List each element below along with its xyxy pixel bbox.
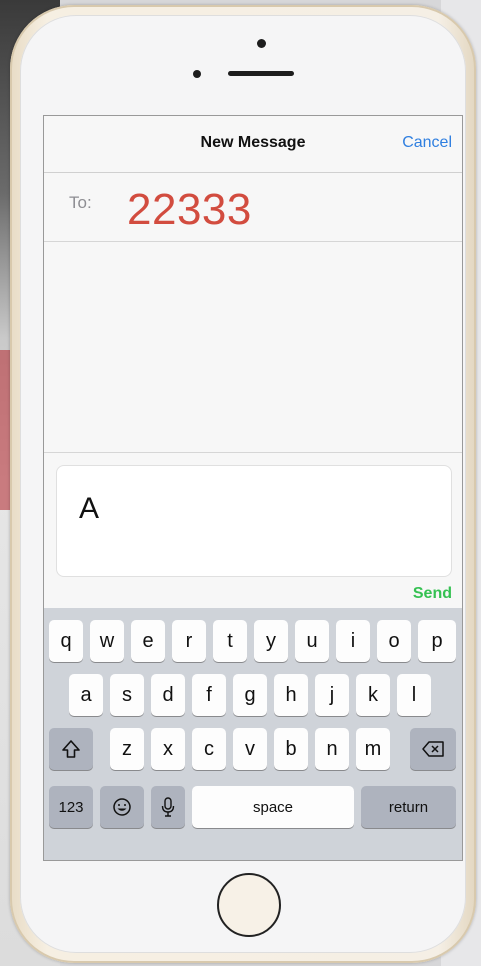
key-x[interactable]: x <box>151 728 185 770</box>
navigation-bar: New Message Cancel <box>44 116 462 173</box>
backspace-icon <box>422 741 444 757</box>
key-g[interactable]: g <box>233 674 267 716</box>
shift-icon <box>62 740 80 758</box>
key-a[interactable]: a <box>69 674 103 716</box>
key-n[interactable]: n <box>315 728 349 770</box>
key-m[interactable]: m <box>356 728 390 770</box>
key-c[interactable]: c <box>192 728 226 770</box>
recipient-row[interactable]: To: 22333 <box>44 173 462 242</box>
emoji-icon <box>113 798 131 816</box>
key-l[interactable]: l <box>397 674 431 716</box>
home-button[interactable] <box>216 872 282 938</box>
key-e[interactable]: e <box>131 620 165 662</box>
key-h[interactable]: h <box>274 674 308 716</box>
key-k[interactable]: k <box>356 674 390 716</box>
composer-area: A Send <box>44 452 462 609</box>
space-key[interactable]: space <box>192 786 354 828</box>
numbers-key[interactable]: 123 <box>49 786 93 828</box>
proximity-sensor <box>193 70 201 78</box>
backspace-key[interactable] <box>410 728 456 770</box>
keyboard: q w e r t y u i o p a s d f g h j k l z … <box>44 608 462 860</box>
dictation-key[interactable] <box>151 786 185 828</box>
key-z[interactable]: z <box>110 728 144 770</box>
cancel-button[interactable]: Cancel <box>402 134 452 152</box>
key-w[interactable]: w <box>90 620 124 662</box>
to-label: To: <box>69 193 92 212</box>
key-i[interactable]: i <box>336 620 370 662</box>
key-s[interactable]: s <box>110 674 144 716</box>
recipient-field[interactable]: 22333 <box>127 185 252 235</box>
key-o[interactable]: o <box>377 620 411 662</box>
key-f[interactable]: f <box>192 674 226 716</box>
key-d[interactable]: d <box>151 674 185 716</box>
key-y[interactable]: y <box>254 620 288 662</box>
key-q[interactable]: q <box>49 620 83 662</box>
messages-screen: New Message Cancel To: 22333 A Send q w … <box>43 115 463 861</box>
key-v[interactable]: v <box>233 728 267 770</box>
shift-key[interactable] <box>49 728 93 770</box>
earpiece-speaker <box>228 71 294 76</box>
return-key[interactable]: return <box>361 786 456 828</box>
message-text: A <box>79 492 100 525</box>
key-t[interactable]: t <box>213 620 247 662</box>
message-thread <box>44 242 462 452</box>
mic-icon <box>161 797 175 817</box>
key-b[interactable]: b <box>274 728 308 770</box>
key-r[interactable]: r <box>172 620 206 662</box>
emoji-key[interactable] <box>100 786 144 828</box>
message-input[interactable]: A <box>56 465 452 577</box>
key-p[interactable]: p <box>418 620 456 662</box>
page-title: New Message <box>200 134 306 151</box>
front-camera <box>257 39 266 48</box>
key-u[interactable]: u <box>295 620 329 662</box>
key-j[interactable]: j <box>315 674 349 716</box>
send-button[interactable]: Send <box>413 585 452 603</box>
